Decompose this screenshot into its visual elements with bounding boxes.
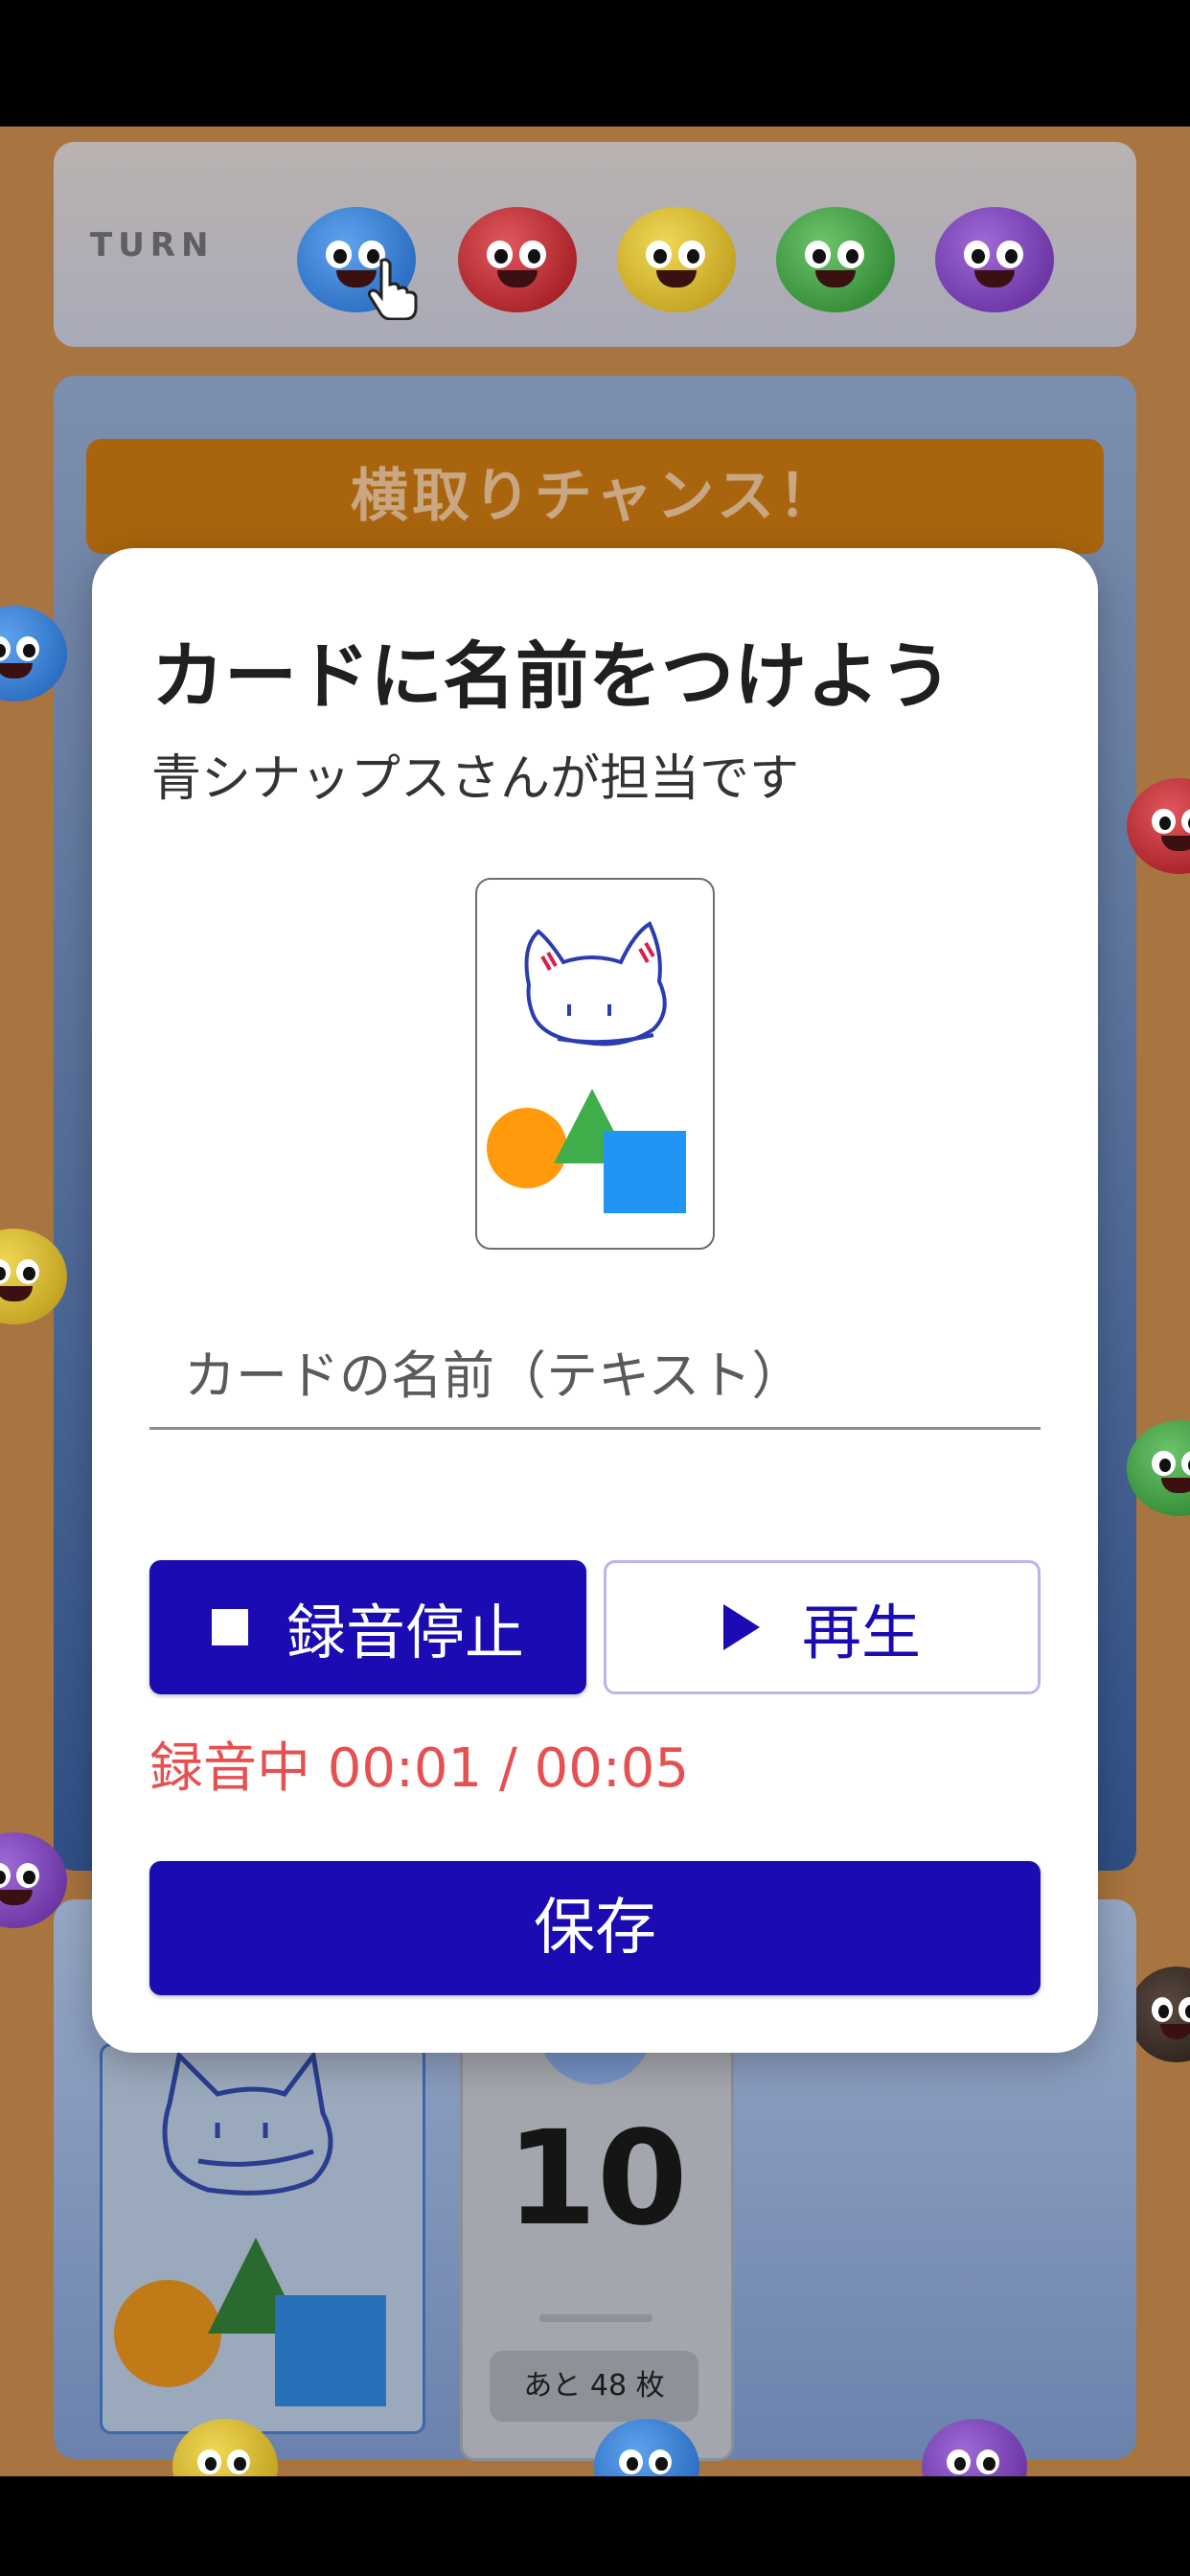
recording-status: 録音中 00:01 / 00:05: [149, 1737, 690, 1800]
card-drawing-preview: [475, 878, 715, 1250]
hand-card[interactable]: [100, 2043, 425, 2434]
stop-icon: [211, 1609, 248, 1645]
stop-recording-label: 録音停止: [286, 1598, 524, 1668]
hand-card-drawing: [114, 2049, 386, 2406]
steal-chance-banner: 横取りチャンス！: [86, 439, 1104, 554]
wandering-monster-pirate: [1129, 1966, 1190, 2062]
play-label: 再生: [801, 1598, 921, 1668]
dialog-title: カードに名前をつけよう: [151, 633, 952, 719]
draw-deck[interactable]: 10 あと 48 枚: [460, 1998, 734, 2461]
stop-recording-button[interactable]: 録音停止: [149, 1560, 586, 1694]
deck-remaining-badge: あと 48 枚: [490, 2351, 698, 2422]
player-avatar-red: [458, 207, 577, 312]
turn-label: TURN: [90, 226, 215, 264]
deck-divider: [539, 2314, 652, 2322]
dialog-subtitle: 青シナップスさんが担当です: [151, 750, 800, 808]
card-drawing: [487, 921, 686, 1213]
player-avatar-green: [776, 207, 895, 312]
player-avatar-yellow: [617, 207, 736, 312]
card-name-input[interactable]: [149, 1324, 1041, 1430]
pointer-hand-icon: [367, 258, 418, 320]
play-button[interactable]: 再生: [604, 1560, 1041, 1694]
play-icon: [722, 1604, 760, 1650]
save-button[interactable]: 保存: [149, 1861, 1041, 1995]
name-card-dialog: カードに名前をつけよう 青シナップスさんが担当です 録音停止 再生 録音中 00…: [92, 548, 1098, 2053]
deck-count: 10: [506, 2104, 688, 2255]
player-avatar-purple: [935, 207, 1054, 312]
